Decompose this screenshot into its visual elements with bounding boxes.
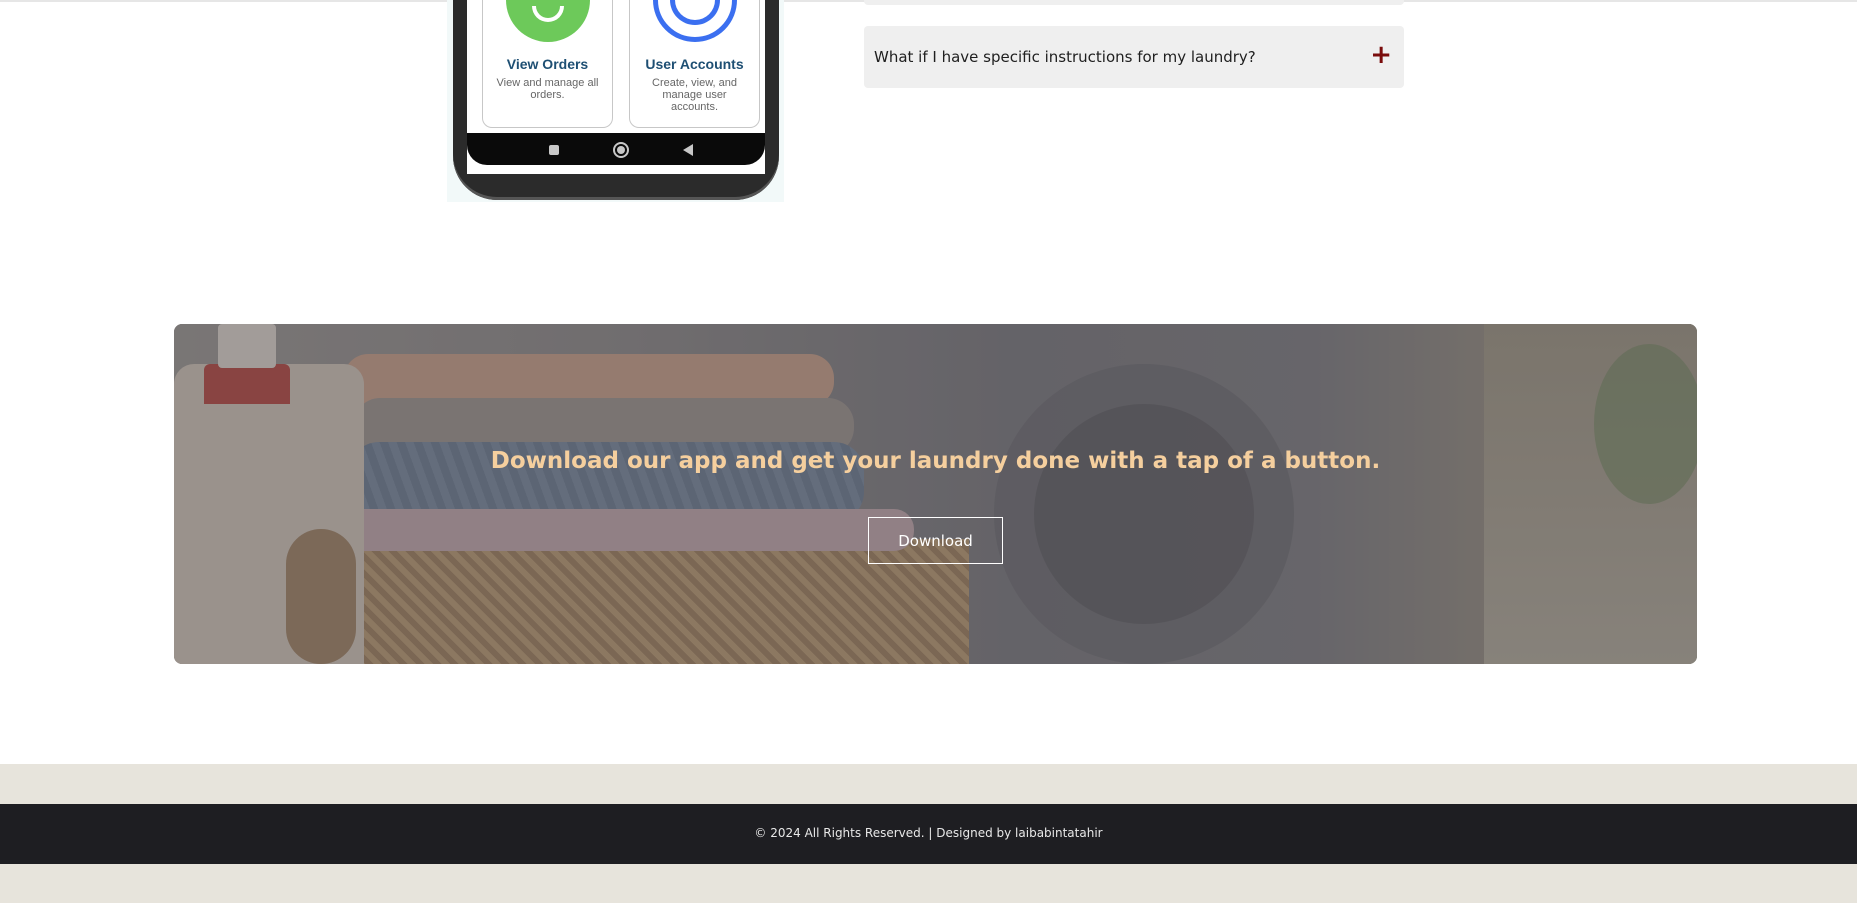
banner-overlay [174,324,1697,664]
banner-heading: Download our app and get your laundry do… [490,448,1381,474]
user-accounts-card: User Accounts Create, view, and manage u… [629,0,760,128]
faq-item[interactable]: What if I have specific instructions for… [864,26,1404,88]
card-description: View and manage all orders. [496,77,599,101]
view-orders-card: View Orders View and manage all orders. [482,0,613,128]
nav-back-icon [683,144,693,156]
card-title: User Accounts [645,56,744,72]
faq-item-previous[interactable] [864,0,1404,5]
download-banner: Download our app and get your laundry do… [174,324,1697,664]
faq-question: What if I have specific instructions for… [874,48,1256,66]
phone-nav-bar [467,133,765,165]
nav-home-icon [613,142,629,158]
phone-frame: View Orders View and manage all orders. … [453,0,779,200]
user-icon [652,0,737,42]
download-button[interactable]: Download [868,517,1003,564]
phone-screen: View Orders View and manage all orders. … [467,0,765,174]
nav-recent-icon [549,145,559,155]
copyright-text: © 2024 All Rights Reserved. | Designed b… [754,826,1103,840]
page: View Orders View and manage all orders. … [0,0,1857,903]
card-title: View Orders [506,56,589,72]
eye-icon [505,0,590,42]
phone-mockup-image: View Orders View and manage all orders. … [447,0,784,202]
footer: © 2024 All Rights Reserved. | Designed b… [0,804,1857,864]
card-description: Create, view, and manage user accounts. [652,77,737,113]
plus-icon[interactable]: + [1370,40,1392,70]
